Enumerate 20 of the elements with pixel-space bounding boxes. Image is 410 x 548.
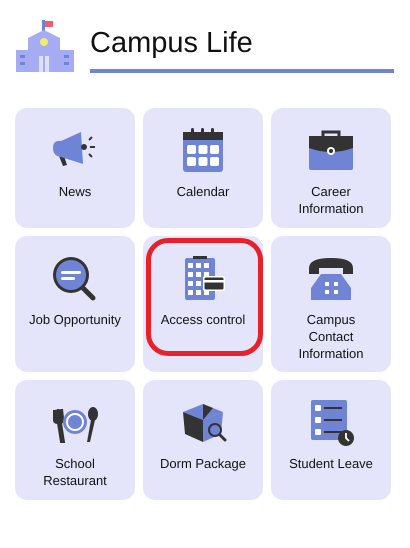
tile-label: Career Information [298, 183, 364, 217]
menu-tile[interactable]: Access control [143, 236, 263, 372]
tile-label: News [58, 183, 92, 200]
tile-label: Student Leave [289, 455, 373, 472]
menu-tile[interactable]: Campus Contact Information [271, 236, 391, 372]
menu-tile[interactable]: Student Leave [271, 380, 391, 500]
menu-tile[interactable]: School Restaurant [15, 380, 135, 500]
tile-label: Campus Contact Information [298, 311, 364, 362]
menu-tile[interactable]: News [15, 108, 135, 228]
page-title: Campus Life [90, 26, 254, 61]
tile-label: Access control [160, 311, 246, 328]
tile-label: School Restaurant [43, 455, 107, 489]
tile-label: Dorm Package [160, 455, 246, 472]
menu-tile[interactable]: Career Information [271, 108, 391, 228]
menu-tile[interactable]: Calendar [143, 108, 263, 228]
tile-label: Calendar [176, 183, 230, 200]
menu-tile[interactable]: Job Opportunity [15, 236, 135, 372]
tile-label: Job Opportunity [29, 311, 121, 328]
menu-tile[interactable]: Dorm Package [143, 380, 263, 500]
school-icon [16, 20, 74, 72]
